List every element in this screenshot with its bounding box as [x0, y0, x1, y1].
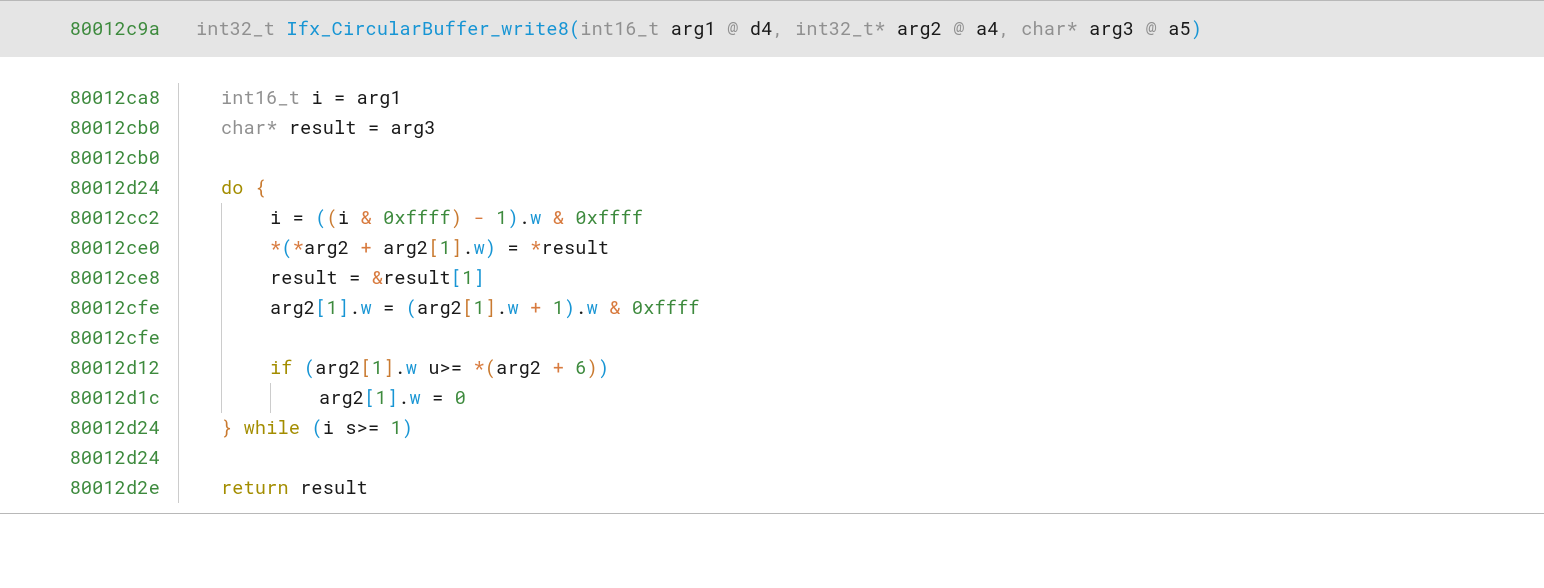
code-line: 80012d24 — [0, 443, 1544, 473]
address: 80012cb0 — [0, 116, 178, 140]
code-line[interactable]: 80012d12 if (arg2[1].w u>= *(arg2 + 6)) — [0, 353, 1544, 383]
code-line[interactable]: 80012cc2 i = ((i & 0xffff) - 1).w & 0xff… — [0, 203, 1544, 233]
code-line[interactable]: 80012ce0 *(*arg2 + arg2[1].w) = *result — [0, 233, 1544, 263]
code-line: 80012cfe — [0, 323, 1544, 353]
code-line[interactable]: 80012ca8 int16_t i = arg1 — [0, 83, 1544, 113]
code-line: 80012cb0 — [0, 143, 1544, 173]
address: 80012ca8 — [0, 86, 178, 110]
address: 80012cfe — [0, 326, 178, 350]
code-line[interactable]: 80012ce8 result = &result[1] — [0, 263, 1544, 293]
code-view: 80012c9a int32_t Ifx_CircularBuffer_writ… — [0, 0, 1544, 514]
address: 80012cb0 — [0, 146, 178, 170]
address: 80012d24 — [0, 446, 178, 470]
code-line[interactable]: 80012d24 } while (i s>= 1) — [0, 413, 1544, 443]
address: 80012d2e — [0, 476, 178, 500]
code-line[interactable]: 80012d2e return result — [0, 473, 1544, 503]
code-line[interactable]: 80012d24 do { — [0, 173, 1544, 203]
address: 80012cc2 — [0, 206, 178, 230]
address: 80012c9a — [0, 17, 178, 41]
address: 80012d24 — [0, 416, 178, 440]
signature-code: int32_t Ifx_CircularBuffer_write8(int16_… — [196, 17, 1202, 41]
address: 80012ce0 — [0, 236, 178, 260]
code-line[interactable]: 80012cfe arg2[1].w = (arg2[1].w + 1).w &… — [0, 293, 1544, 323]
code-line[interactable]: 80012d1c arg2[1].w = 0 — [0, 383, 1544, 413]
function-signature-line[interactable]: 80012c9a int32_t Ifx_CircularBuffer_writ… — [0, 1, 1544, 57]
function-name[interactable]: Ifx_CircularBuffer_write8 — [286, 17, 569, 41]
address: 80012d12 — [0, 356, 178, 380]
address: 80012cfe — [0, 296, 178, 320]
address: 80012d1c — [0, 386, 178, 410]
address: 80012ce8 — [0, 266, 178, 290]
address: 80012d24 — [0, 176, 178, 200]
code-line[interactable]: 80012cb0 char* result = arg3 — [0, 113, 1544, 143]
